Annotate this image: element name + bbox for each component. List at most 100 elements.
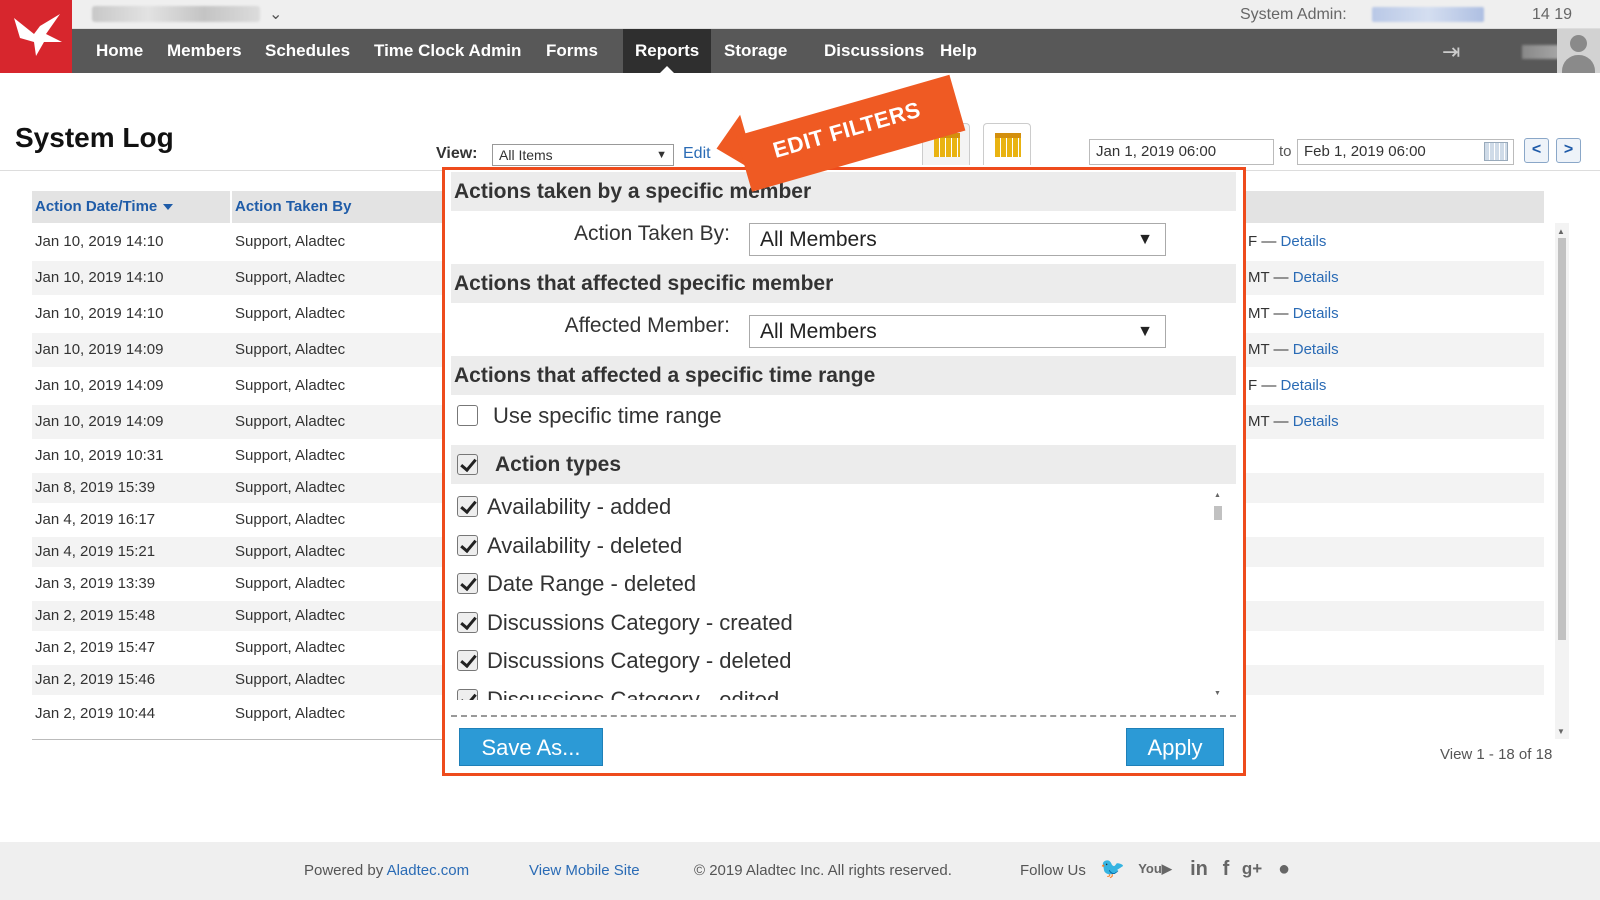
scroll-down-icon[interactable]: ▼ [1214,690,1221,697]
calendar-icon [995,133,1021,157]
callout-text: EDIT FILTERS [770,96,924,163]
nav-members[interactable]: Members [155,29,254,73]
youtube-icon[interactable]: You▶ [1133,857,1177,881]
section-action-types: Action types [451,445,1236,484]
avatar[interactable] [1557,29,1600,73]
cell-taken-by: Support, Aladtec [235,671,346,688]
details-link[interactable]: Details [1281,377,1327,394]
cell-taken-by: Support, Aladtec [235,413,346,430]
cell-taken-by: Support, Aladtec [235,639,346,656]
cell-taken-by: Support, Aladtec [235,575,346,592]
action-type-label: Date Range - deleted [487,571,697,596]
date-to-input[interactable]: Feb 1, 2019 06:00 [1297,139,1514,165]
google-plus-icon[interactable]: g+ [1240,857,1264,881]
view-mobile-site-link[interactable]: View Mobile Site [529,862,640,879]
cell-taken-by: Support, Aladtec [235,479,346,496]
nav-home[interactable]: Home [84,29,155,73]
action-type-checkbox[interactable] [457,573,478,594]
dropdown-arrow-icon: ▼ [1137,231,1153,248]
cell-date: Jan 10, 2019 10:31 [35,447,164,464]
to-label: to [1279,143,1292,160]
follow-us-label: Follow Us [1020,862,1086,879]
blog-icon[interactable]: ● [1272,857,1296,881]
taken-by-select[interactable]: All Members ▼ [749,223,1166,256]
dropdown-arrow-icon: ▼ [1137,323,1153,340]
affected-member-select[interactable]: All Members ▼ [749,315,1166,348]
facebook-icon[interactable]: f [1214,857,1238,881]
nav-help[interactable]: Help [928,29,989,73]
cell-description: F — Details [1248,377,1327,394]
save-as-button[interactable]: Save As... [459,728,603,766]
prev-range-button[interactable]: < [1524,138,1549,163]
account-chevron-down-icon[interactable]: ⌄ [269,4,282,24]
nav-storage[interactable]: Storage [712,29,799,73]
cell-description: MT — Details [1248,413,1339,430]
details-link[interactable]: Details [1293,341,1339,358]
cell-date: Jan 10, 2019 14:09 [35,377,164,394]
taken-by-label: Action Taken By: [573,222,730,245]
action-type-label: Discussions Category - deleted [487,648,792,673]
column-action-taken-by[interactable]: Action Taken By [232,191,351,223]
cell-taken-by: Support, Aladtec [235,607,346,624]
affected-member-label: Affected Member: [564,314,730,337]
cell-date: Jan 8, 2019 15:39 [35,479,156,496]
table-bottom-border [32,739,442,740]
action-types-list[interactable]: Availability - added Availability - delet… [451,492,1236,700]
scroll-down-icon[interactable]: ▼ [1557,727,1565,736]
nav-discussions[interactable]: Discussions [812,29,936,73]
scroll-up-icon[interactable]: ▲ [1557,227,1565,236]
column-action-date[interactable]: Action Date/Time [32,191,174,223]
next-range-button[interactable]: > [1556,138,1581,163]
date-picker-icon[interactable] [1484,142,1508,161]
cell-date: Jan 10, 2019 14:09 [35,341,164,358]
twitter-icon[interactable]: 🐦 [1100,857,1125,881]
details-link[interactable]: Details [1281,233,1327,250]
panel-divider [451,715,1236,717]
action-type-checkbox[interactable] [457,534,478,556]
cell-taken-by: Support, Aladtec [235,341,346,358]
section-time-range: Actions that affected a specific time ra… [451,356,1236,395]
logout-icon[interactable]: ⇥ [1442,39,1460,65]
section-affected-member: Actions that affected specific member [451,264,1236,303]
details-link[interactable]: Details [1293,305,1339,322]
cell-date: Jan 10, 2019 14:10 [35,233,164,250]
cell-date: Jan 2, 2019 10:44 [35,705,156,722]
cell-description: MT — Details [1248,305,1339,322]
action-type-checkbox[interactable] [457,650,478,671]
edit-filters-link[interactable]: Edit [683,145,711,163]
scroll-up-icon[interactable]: ▲ [1214,492,1221,499]
aladtec-link[interactable]: Aladtec.com [387,862,470,879]
date-from-input[interactable]: Jan 1, 2019 06:00 [1089,139,1274,165]
cell-date: Jan 2, 2019 15:46 [35,671,156,688]
apply-button[interactable]: Apply [1126,728,1224,766]
view-select[interactable]: All Items ▼ [492,144,674,166]
action-types-scrollbar[interactable]: ▲ ▼ [1211,492,1225,700]
cell-date: Jan 10, 2019 14:10 [35,305,164,322]
view-count: View 1 - 18 of 18 [1440,746,1553,763]
edit-filters-panel: Actions taken by a specific member Actio… [442,167,1246,776]
nav-time-clock-admin[interactable]: Time Clock Admin [362,29,533,73]
calendar-month-button[interactable] [983,123,1031,165]
action-type-checkbox[interactable] [457,688,478,700]
details-link[interactable]: Details [1293,413,1339,430]
action-type-checkbox[interactable] [457,496,478,517]
nav-forms[interactable]: Forms [534,29,610,73]
page-title: System Log [15,122,174,153]
footer: Powered by Aladtec.com View Mobile Site … [0,842,1600,900]
clock: 14 19 [1532,6,1573,23]
cell-taken-by: Support, Aladtec [235,447,346,464]
view-label: View: [436,145,478,162]
linkedin-icon[interactable]: in [1187,857,1211,881]
action-types-scrollbar-thumb[interactable] [1214,506,1222,520]
time-range-label: Use specific time range [493,403,722,428]
time-range-checkbox[interactable] [457,405,478,426]
nav-reports[interactable]: Reports [623,29,712,73]
nav-schedules[interactable]: Schedules [253,29,362,73]
action-type-label: Discussions Category - created [487,609,793,635]
details-link[interactable]: Details [1293,269,1339,286]
app-logo[interactable] [0,0,72,73]
action-type-label: Discussions Category - edited [487,686,780,701]
action-types-checkbox[interactable] [457,454,478,475]
action-type-checkbox[interactable] [457,611,478,633]
table-scrollbar-thumb[interactable] [1558,238,1566,640]
